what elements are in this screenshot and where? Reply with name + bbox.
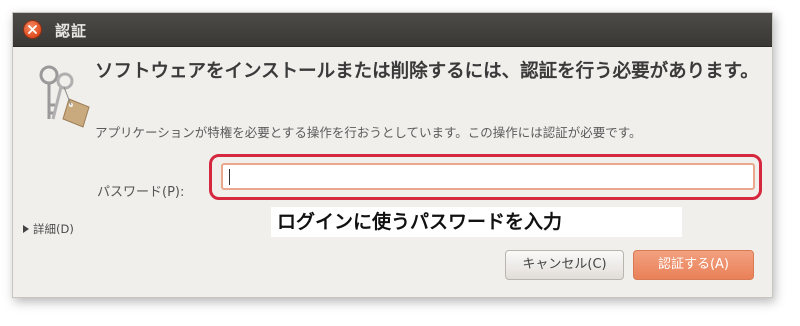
triangle-right-icon xyxy=(23,225,29,233)
details-label: 詳細(D) xyxy=(33,222,74,236)
text-cursor xyxy=(229,169,230,185)
details-expander[interactable]: 詳細(D) xyxy=(23,221,74,237)
dialog-heading: ソフトウェアをインストールまたは削除するには、認証を行う必要があります。 xyxy=(95,61,759,82)
window-close-button[interactable] xyxy=(24,21,41,38)
dialog-description: アプリケーションが特権を必要とする操作を行おうとしています。この操作には認証が必… xyxy=(95,125,642,140)
keys-icon xyxy=(31,61,93,133)
authenticate-button[interactable]: 認証する(A) xyxy=(633,250,754,280)
password-label: パスワード(P): xyxy=(97,185,185,200)
cancel-button[interactable]: キャンセル(C) xyxy=(505,250,624,280)
password-input[interactable] xyxy=(221,163,755,190)
title-bar: 認証 xyxy=(13,13,772,47)
page: 認証 ソフトウェアをインストールまたは削除するには、認証を行う必要があります。 … xyxy=(0,0,800,326)
annotation-callout: ログインに使うパスワードを入力 xyxy=(271,207,682,237)
window-title: 認証 xyxy=(55,22,88,40)
auth-dialog: 認証 ソフトウェアをインストールまたは削除するには、認証を行う必要があります。 … xyxy=(12,12,773,298)
close-icon xyxy=(28,25,37,34)
